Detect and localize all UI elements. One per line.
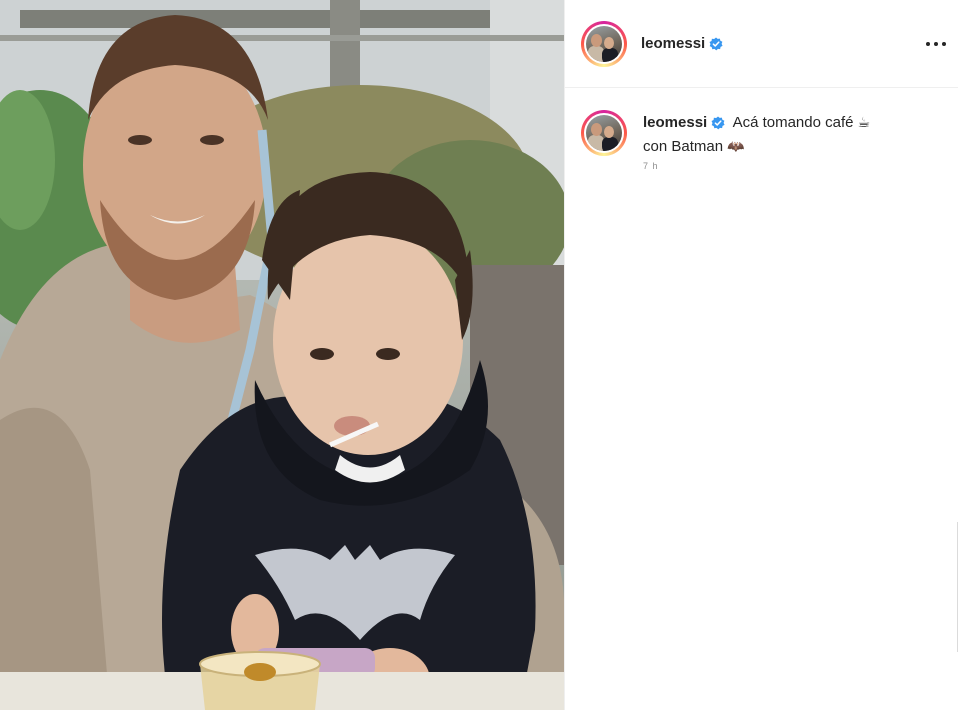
header-username[interactable]: leomessi xyxy=(641,35,723,52)
more-horizontal-icon[interactable] xyxy=(926,34,946,54)
caption-username[interactable]: leomessi xyxy=(643,111,725,134)
caption-text: leomessi Acá tomando café ☕ con Batman 🦇 xyxy=(643,111,870,159)
bat-emoji-icon: 🦇 xyxy=(727,139,745,155)
caption-avatar-border xyxy=(584,113,624,153)
caption-line-1: Acá tomando café xyxy=(732,114,854,131)
verified-badge-icon xyxy=(711,115,725,129)
photo-illustration xyxy=(0,0,564,710)
header-username-text[interactable]: leomessi xyxy=(641,35,705,52)
coffee-emoji-icon: ☕ xyxy=(857,115,871,131)
caption-line-2: con Batman xyxy=(643,138,724,155)
post-caption: leomessi Acá tomando café ☕ con Batman 🦇 xyxy=(565,88,958,159)
caption-avatar-image xyxy=(586,115,622,151)
avatar-image xyxy=(586,25,622,62)
caption-avatar[interactable] xyxy=(581,110,627,156)
instagram-post: leomessi leomessi Acá tomando café ☕ con… xyxy=(0,0,958,710)
avatar-border xyxy=(584,23,624,64)
post-side-panel: leomessi leomessi Acá tomando café ☕ con… xyxy=(564,0,958,710)
verified-badge-icon xyxy=(709,36,723,50)
post-header: leomessi xyxy=(565,0,958,88)
caption-username-text[interactable]: leomessi xyxy=(643,111,707,134)
post-photo[interactable] xyxy=(0,0,564,710)
post-timestamp[interactable]: 7 h xyxy=(643,161,958,171)
avatar[interactable] xyxy=(581,20,627,67)
